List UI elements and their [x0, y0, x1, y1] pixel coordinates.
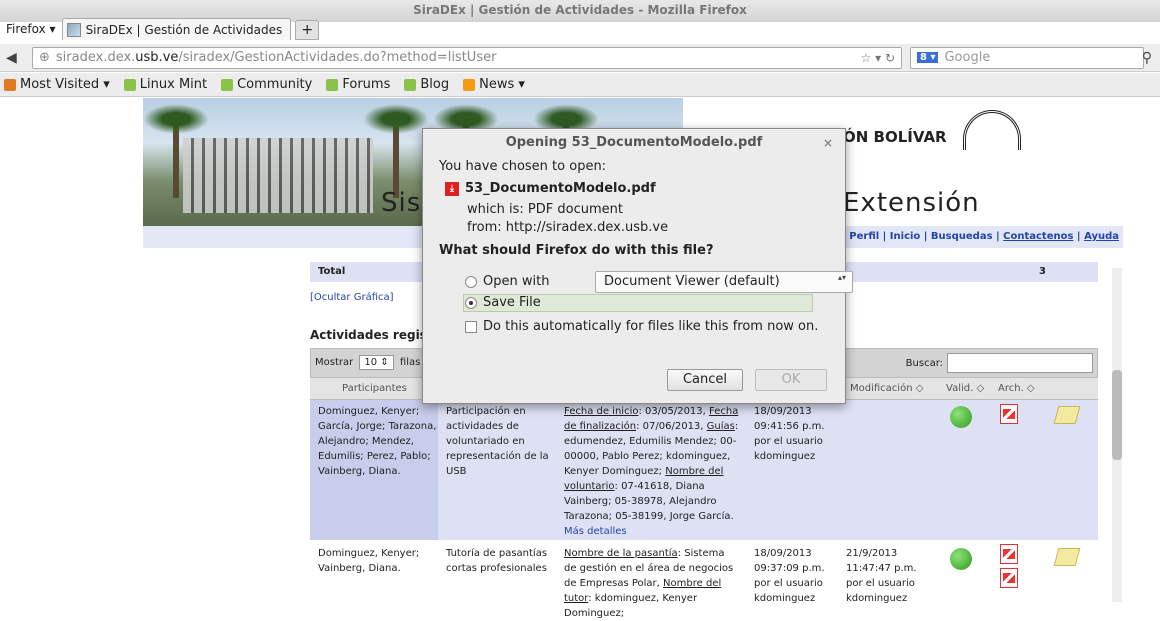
more-details-link[interactable]: Más detalles: [564, 526, 627, 537]
back-arrow-icon[interactable]: ◀: [6, 50, 24, 66]
bookmark-most-visited[interactable]: Most Visited ▾: [4, 77, 110, 92]
open-file-dialog: Opening 53_DocumentoModelo.pdf × You hav…: [422, 128, 853, 404]
open-with-option[interactable]: Open with Document Viewer (default): [465, 271, 853, 293]
site-menu-links[interactable]: n) | Ver Perfil | Inicio | Busquedas | C…: [805, 231, 1119, 242]
pdf-icon: ⤓: [445, 181, 459, 196]
pdf-file-icon[interactable]: [1000, 404, 1018, 424]
university-name: ÓN BOLÍVAR: [843, 128, 947, 146]
rows-per-page-select[interactable]: 10 ⇕: [359, 355, 394, 370]
activity-cell: Participación en actividades de voluntar…: [446, 406, 549, 477]
banner-title-right: Extensión: [843, 188, 980, 218]
bookmarks-toolbar: Most Visited ▾ Linux Mint Community Foru…: [0, 73, 1160, 97]
total-value: 3: [1039, 266, 1046, 277]
save-file-radio[interactable]: [465, 296, 477, 309]
palm-graphic: [143, 104, 209, 198]
table-search-input[interactable]: [947, 353, 1093, 373]
bookmark-icon: [123, 78, 136, 91]
table-row: Dominguez, Kenyer; Vainberg, Diana. Tuto…: [310, 542, 1098, 619]
detail-cell: Fecha de inicio: 03/05/2013, Fecha de fi…: [564, 406, 739, 537]
header-participants[interactable]: Participantes: [342, 383, 407, 394]
auto-checkbox[interactable]: [465, 320, 477, 333]
plus-icon: +: [301, 22, 314, 38]
university-logo-icon: [963, 110, 1021, 150]
header-modification[interactable]: Modificación ◇: [850, 383, 923, 394]
created-cell: 18/09/2013 09:41:56 p.m. por el usuario …: [754, 406, 825, 462]
file-type: which is: PDF document: [467, 202, 623, 217]
file-source: from: http://siradex.dex.usb.ve: [467, 220, 669, 235]
rss-icon: [463, 78, 476, 91]
bookmark-blog[interactable]: Blog: [404, 77, 449, 92]
close-icon[interactable]: ×: [823, 129, 833, 157]
bookmark-icon: [221, 78, 234, 91]
activity-cell: Tutoría de pasantías cortas profesionale…: [446, 548, 548, 574]
modified-cell: 21/9/2013 11:47:47 p.m. por el usuario k…: [846, 548, 917, 604]
url-bar[interactable]: ⊕ siradex.dex.usb.ve/siradex/GestionActi…: [32, 46, 902, 69]
auto-option[interactable]: Do this automatically for files like thi…: [465, 319, 818, 334]
building-graphic: [183, 138, 373, 213]
table-search: Buscar:: [906, 353, 1093, 373]
edit-pencil-icon[interactable]: [1053, 548, 1081, 566]
search-bar[interactable]: 8 ▾ Google: [910, 46, 1144, 69]
most-visited-icon: [4, 78, 16, 91]
table-row: Dominguez, Kenyer; García, Jorge; Tarazo…: [310, 400, 1098, 540]
created-cell: 18/09/2013 09:37:09 p.m. por el usuario …: [754, 548, 825, 604]
bookmark-news[interactable]: News ▾: [463, 77, 525, 92]
chosen-label: You have chosen to open:: [439, 159, 607, 174]
contact-link[interactable]: Contactenos: [1003, 231, 1073, 242]
page-scrollbar-thumb[interactable]: [1112, 370, 1122, 460]
window-title: SiraDEx | Gestión de Actividades - Mozil…: [413, 3, 747, 17]
pdf-file-icon[interactable]: [1000, 568, 1018, 588]
tab-siradex[interactable]: SiraDEx | Gestión de Actividades: [61, 18, 292, 40]
globe-icon: ⊕: [39, 50, 50, 65]
bookmark-star-reload-icons[interactable]: ☆ ▾ ↻: [861, 51, 895, 65]
dialog-title: Opening 53_DocumentoModelo.pdf ×: [423, 129, 845, 157]
participants-cell: Dominguez, Kenyer; Vainberg, Diana.: [318, 548, 420, 574]
siradex-favicon-icon: [66, 22, 81, 37]
tab-label: SiraDEx | Gestión de Actividades: [85, 22, 283, 37]
save-file-option[interactable]: Save File: [465, 295, 541, 310]
header-arch[interactable]: Arch. ◇: [998, 383, 1035, 394]
hide-chart-link[interactable]: [Ocultar Gráfica]: [310, 292, 394, 303]
search-placeholder: Google: [944, 50, 991, 65]
bookmark-community[interactable]: Community: [221, 77, 312, 92]
url-text: siradex.dex.usb.ve/siradex/GestionActivi…: [55, 50, 497, 65]
validated-check-icon: [950, 406, 972, 428]
validated-check-icon: [950, 548, 972, 570]
tab-bar: Firefox ▾ SiraDEx | Gestión de Actividad…: [0, 16, 1160, 40]
participants-cell: Dominguez, Kenyer; García, Jorge; Tarazo…: [318, 406, 437, 477]
detail-cell: Nombre de la pasantía: Sistema de gestió…: [564, 548, 734, 619]
new-tab-button[interactable]: +: [295, 20, 320, 40]
firefox-menu-button[interactable]: Firefox ▾: [0, 18, 62, 40]
dialog-question: What should Firefox do with this file?: [439, 243, 714, 258]
bookmark-linux-mint[interactable]: Linux Mint: [123, 77, 207, 92]
application-select[interactable]: Document Viewer (default): [595, 271, 853, 293]
file-name: ⤓ 53_DocumentoModelo.pdf: [445, 181, 656, 196]
open-with-radio[interactable]: [465, 275, 477, 288]
edit-pencil-icon[interactable]: [1053, 406, 1081, 424]
magnifier-icon[interactable]: ⚲: [1142, 50, 1152, 66]
header-valid[interactable]: Valid. ◇: [946, 383, 984, 394]
ok-button[interactable]: OK: [755, 369, 827, 391]
navigation-bar: ◀ ⊕ siradex.dex.usb.ve/siradex/GestionAc…: [0, 44, 1160, 72]
palm-graphic: [363, 104, 429, 198]
search-engine-icon[interactable]: 8 ▾: [917, 52, 939, 63]
bookmark-icon: [404, 78, 417, 91]
bookmark-icon: [326, 78, 339, 91]
bookmark-forums[interactable]: Forums: [326, 77, 390, 92]
pdf-file-icon[interactable]: [1000, 544, 1018, 564]
cancel-button[interactable]: Cancel: [667, 369, 743, 391]
help-link[interactable]: Ayuda: [1084, 231, 1119, 242]
